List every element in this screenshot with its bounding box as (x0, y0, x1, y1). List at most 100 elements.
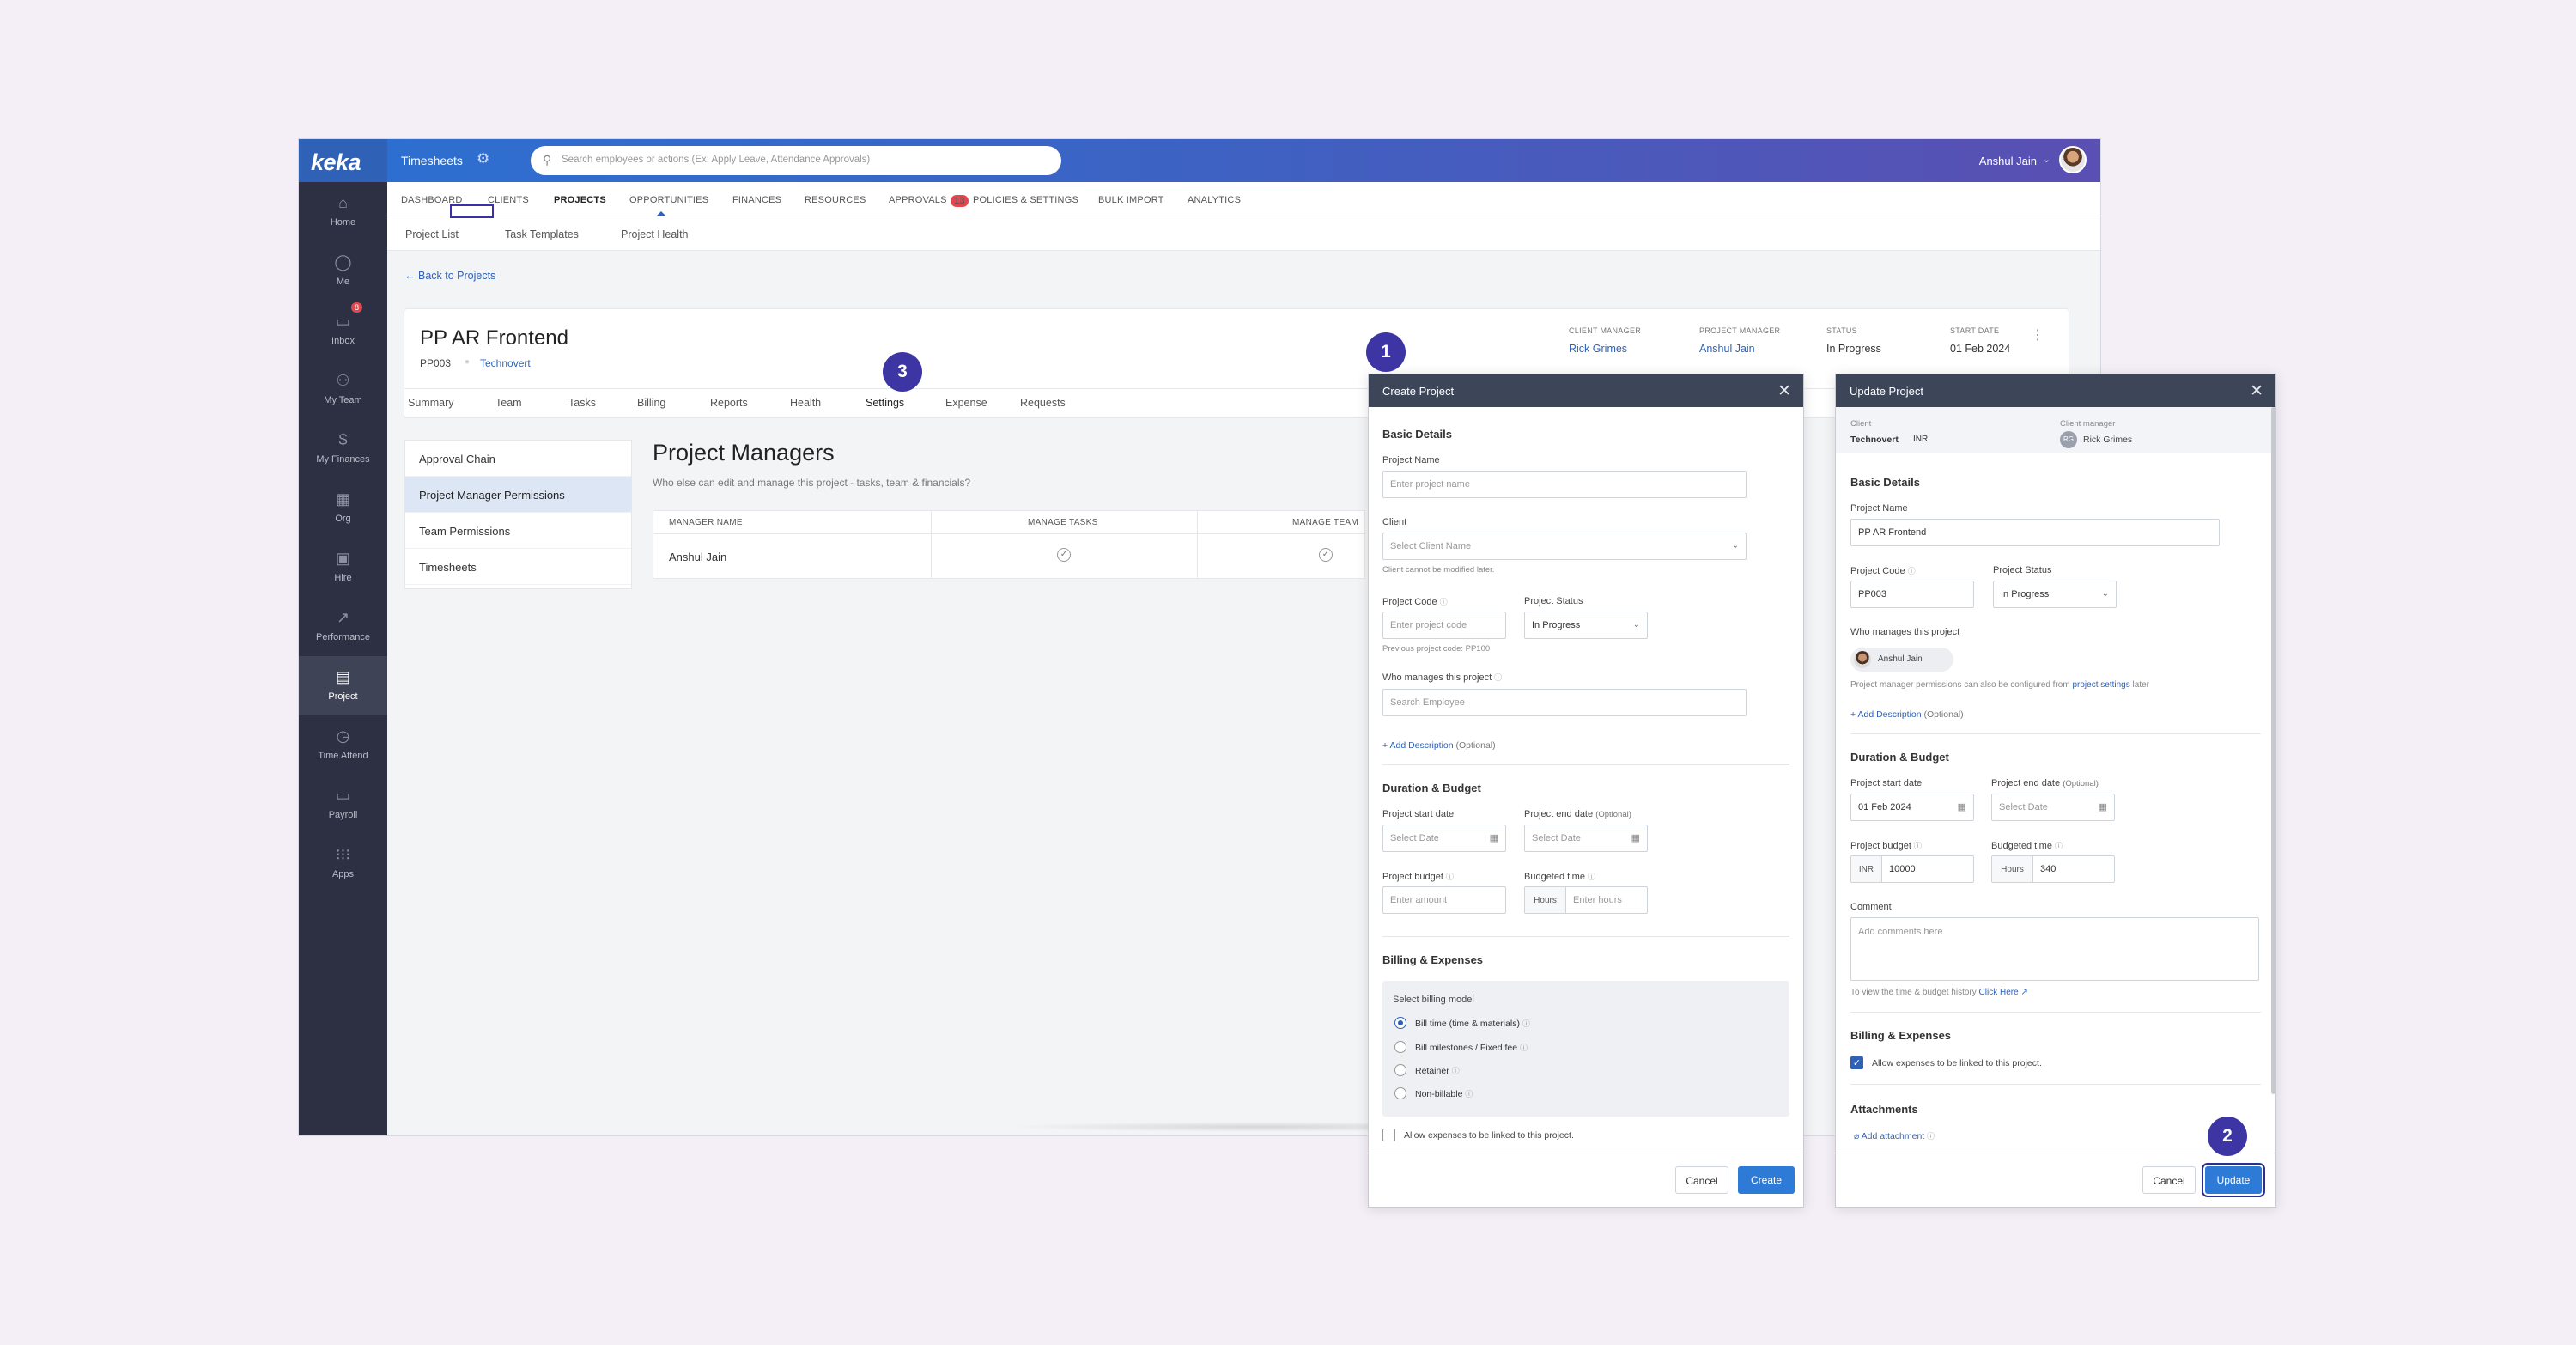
radio-retainer[interactable] (1394, 1064, 1406, 1076)
project-status-select[interactable]: In Progress ⌄ (1993, 581, 2117, 608)
manage-tasks-check-icon[interactable]: ✓ (1057, 548, 1071, 562)
info-icon[interactable]: ⓘ (1927, 1132, 1935, 1141)
global-search-input[interactable]: ⚲ Search employees or actions (Ex: Apply … (531, 146, 1061, 175)
start-date-input[interactable]: Select Date ▦ (1382, 825, 1506, 852)
sidebar-item-project[interactable]: ▤ Project (299, 656, 387, 715)
tab-summary[interactable]: Summary (408, 397, 453, 409)
nav-clients[interactable]: CLIENTS (488, 195, 529, 205)
nav-analytics[interactable]: ANALYTICS (1188, 195, 1241, 205)
info-icon[interactable]: ⓘ (1588, 873, 1595, 881)
nav-approvals[interactable]: APPROVALS (889, 195, 947, 205)
menu-project-manager-permissions[interactable]: Project Manager Permissions (405, 477, 631, 513)
info-icon[interactable]: ⓘ (2055, 842, 2063, 850)
more-options-icon[interactable]: ⋮ (2031, 326, 2044, 344)
sidebar-item-my-team[interactable]: ⚇ My Team (299, 360, 387, 419)
info-icon[interactable]: ⓘ (1446, 873, 1454, 881)
end-date-input[interactable]: Select Date ▦ (1991, 794, 2115, 821)
radio-bill-milestones[interactable] (1394, 1041, 1406, 1053)
manager-chip[interactable]: Anshul Jain (1850, 648, 1953, 672)
project-client-link[interactable]: Technovert (480, 357, 531, 369)
project-code-input[interactable]: Enter project code (1382, 612, 1506, 639)
tab-expense[interactable]: Expense (945, 397, 987, 409)
sidebar-item-my-finances[interactable]: $ My Finances (299, 419, 387, 478)
radio-bill-time[interactable] (1394, 1017, 1406, 1029)
client-manager-value[interactable]: Rick Grimes (1569, 343, 1627, 355)
subnav-task-templates[interactable]: Task Templates (505, 228, 579, 240)
tab-tasks[interactable]: Tasks (568, 397, 596, 409)
search-employee-input[interactable]: Search Employee (1382, 689, 1747, 716)
project-code-input[interactable]: PP003 (1850, 581, 1974, 608)
subnav-project-health[interactable]: Project Health (621, 228, 689, 240)
info-icon[interactable]: ⓘ (1494, 673, 1502, 682)
info-icon[interactable]: ⓘ (1440, 598, 1448, 606)
sidebar-item-performance[interactable]: ↗ Performance (299, 597, 387, 656)
close-icon[interactable]: ✕ (2250, 381, 2263, 401)
project-manager-value[interactable]: Anshul Jain (1699, 343, 1755, 355)
tab-reports[interactable]: Reports (710, 397, 748, 409)
scrollbar[interactable] (2271, 407, 2275, 1094)
nav-finances[interactable]: FINANCES (732, 195, 781, 205)
info-icon[interactable]: ⓘ (1522, 1019, 1530, 1028)
tab-health[interactable]: Health (790, 397, 821, 409)
info-icon[interactable]: ⓘ (1520, 1044, 1528, 1052)
project-budget-input[interactable]: INR 10000 (1850, 855, 1974, 883)
keka-logo[interactable]: keka (299, 139, 387, 182)
radio-non-billable[interactable] (1394, 1087, 1406, 1099)
info-icon[interactable]: ⓘ (1914, 842, 1922, 850)
manage-team-check-icon[interactable]: ✓ (1319, 548, 1333, 562)
subnav-project-list[interactable]: Project List (405, 228, 459, 240)
nav-policies-settings[interactable]: POLICIES & SETTINGS (973, 195, 1078, 205)
close-icon[interactable]: ✕ (1777, 381, 1791, 401)
nav-resources[interactable]: RESOURCES (805, 195, 866, 205)
separator-dot: ● (465, 357, 471, 367)
external-link-icon[interactable]: ↗ (2020, 988, 2027, 997)
sidebar-item-org[interactable]: ▦ Org (299, 478, 387, 538)
project-budget-input[interactable]: Enter amount (1382, 886, 1506, 914)
nav-bulk-import[interactable]: BULK IMPORT (1098, 195, 1164, 205)
budgeted-time-input[interactable]: Hours Enter hours (1524, 886, 1648, 914)
budgeted-time-input[interactable]: Hours 340 (1991, 855, 2115, 883)
tab-team[interactable]: Team (495, 397, 522, 409)
allow-expenses-checkbox[interactable]: ✓ (1850, 1056, 1863, 1069)
sidebar-item-payroll[interactable]: ▭ Payroll (299, 775, 387, 834)
nav-opportunities[interactable]: OPPORTUNITIES (629, 195, 708, 205)
start-date-input[interactable]: 01 Feb 2024 ▦ (1850, 794, 1974, 821)
sidebar-item-inbox[interactable]: ▭ 8 Inbox (299, 301, 387, 360)
sidebar-item-me[interactable]: ◯ Me (299, 241, 387, 301)
add-description-link[interactable]: + Add Description (1850, 709, 1922, 720)
sidebar-item-home[interactable]: ⌂ Home (299, 182, 387, 241)
create-button[interactable]: Create (1738, 1166, 1795, 1194)
click-here-link[interactable]: Click Here (1979, 988, 2019, 997)
back-to-projects-link[interactable]: ← Back to Projects (404, 270, 495, 282)
nav-projects[interactable]: PROJECTS (554, 195, 606, 205)
end-date-input[interactable]: Select Date ▦ (1524, 825, 1648, 852)
project-settings-link[interactable]: project settings (2072, 680, 2129, 690)
chevron-down-icon[interactable]: ⌄ (2043, 154, 2050, 165)
cancel-button[interactable]: Cancel (1675, 1166, 1728, 1194)
avatar[interactable] (2059, 146, 2087, 173)
tab-billing[interactable]: Billing (637, 397, 665, 409)
add-description-link[interactable]: + Add Description (1382, 740, 1454, 751)
tab-settings[interactable]: Settings (866, 397, 904, 409)
cancel-button[interactable]: Cancel (2142, 1166, 2196, 1194)
sidebar-item-hire[interactable]: ▣ Hire (299, 538, 387, 597)
info-icon[interactable]: ⓘ (1908, 567, 1916, 575)
project-name-input[interactable]: PP AR Frontend (1850, 519, 2220, 546)
project-status-select[interactable]: In Progress ⌄ (1524, 612, 1648, 639)
menu-team-permissions[interactable]: Team Permissions (405, 513, 631, 549)
info-icon[interactable]: ⓘ (1465, 1090, 1473, 1099)
add-attachment-link[interactable]: ⌀ Add attachment ⓘ (1854, 1130, 1935, 1141)
info-icon[interactable]: ⓘ (1452, 1067, 1460, 1075)
gear-icon[interactable]: ⚙ (477, 150, 489, 167)
menu-approval-chain[interactable]: Approval Chain (405, 441, 631, 477)
sidebar-item-time-attend[interactable]: ◷ Time Attend (299, 715, 387, 775)
tab-requests[interactable]: Requests (1020, 397, 1066, 409)
comment-textarea[interactable]: Add comments here (1850, 917, 2259, 981)
menu-timesheets[interactable]: Timesheets (405, 549, 631, 585)
sidebar-item-apps[interactable]: ⁝⁝⁝ Apps (299, 834, 387, 893)
user-name[interactable]: Anshul Jain (1979, 155, 2037, 167)
update-button[interactable]: Update (2205, 1166, 2262, 1194)
allow-expenses-checkbox[interactable] (1382, 1129, 1395, 1141)
client-select[interactable]: Select Client Name ⌄ (1382, 533, 1747, 560)
project-name-input[interactable]: Enter project name (1382, 471, 1747, 498)
